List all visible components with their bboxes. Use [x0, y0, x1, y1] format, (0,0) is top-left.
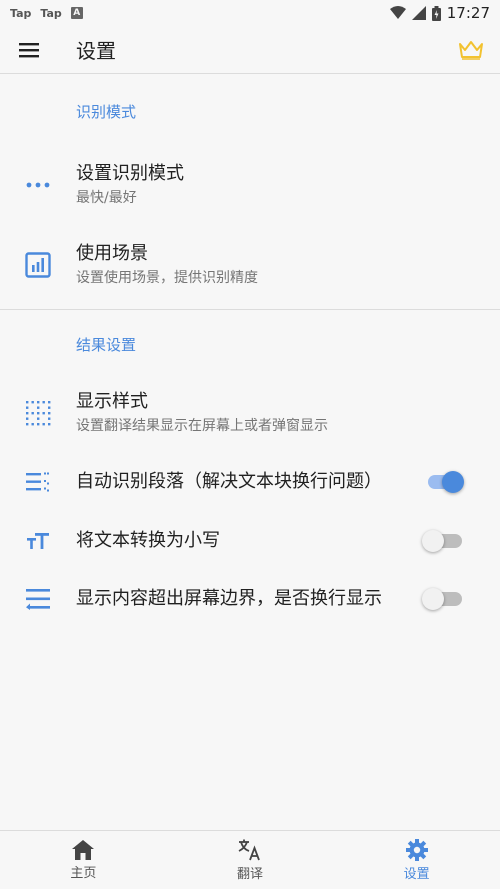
text-size-icon — [0, 533, 76, 549]
dotted-grid-icon — [0, 400, 76, 426]
setting-usage-scenario[interactable]: 使用场景 设置使用场景，提供识别精度 — [0, 225, 500, 305]
page-title: 设置 — [76, 39, 116, 63]
setting-texts: 显示样式 设置翻译结果显示在屏幕上或者弹窗显示 — [76, 390, 500, 436]
home-icon — [72, 839, 95, 860]
setting-title: 显示样式 — [76, 391, 148, 412]
section-header-recognition-mode: 识别模式 — [76, 103, 137, 121]
setting-subtitle: 最快/最好 — [76, 190, 137, 206]
gear-icon — [405, 838, 428, 861]
paragraph-list-icon — [0, 472, 76, 492]
app-notification-icon: A — [70, 7, 83, 19]
setting-auto-paragraph[interactable]: 自动识别段落（解决文本块换行问题） — [0, 452, 500, 512]
menu-button[interactable] — [0, 26, 58, 74]
lowercase-switch[interactable] — [422, 526, 478, 556]
setting-texts: 显示内容超出屏幕边界，是否换行显示 — [76, 587, 422, 611]
bar-chart-icon — [0, 252, 76, 278]
setting-texts: 自动识别段落（解决文本块换行问题） — [76, 470, 422, 494]
setting-texts: 使用场景 设置使用场景，提供识别精度 — [76, 242, 500, 288]
switch-thumb — [442, 471, 464, 493]
nav-label: 设置 — [403, 866, 430, 882]
nav-home[interactable]: 主页 — [0, 831, 167, 889]
premium-button[interactable] — [442, 26, 500, 74]
setting-subtitle: 设置翻译结果显示在屏幕上或者弹窗显示 — [76, 418, 328, 434]
app-bar: 设置 — [0, 26, 500, 74]
setting-title: 设置识别模式 — [76, 163, 184, 184]
status-right: 17:27 — [389, 4, 490, 22]
nav-label: 主页 — [70, 865, 97, 881]
wifi-icon — [389, 6, 406, 19]
auto-paragraph-switch[interactable] — [422, 467, 478, 497]
status-left: Tap Tap A — [10, 7, 83, 20]
crown-icon — [459, 40, 483, 60]
setting-subtitle: 设置使用场景，提供识别精度 — [76, 270, 258, 286]
switch-thumb — [422, 530, 444, 552]
status-label-1: Tap — [10, 6, 32, 20]
status-time: 17:27 — [446, 4, 490, 22]
more-horizontal-icon — [0, 182, 76, 188]
setting-lowercase[interactable]: 将文本转换为小写 — [0, 512, 500, 570]
hamburger-icon — [19, 42, 39, 57]
bottom-navigation: 主页 翻译 设置 — [0, 830, 500, 889]
setting-wrap-overflow[interactable]: 显示内容超出屏幕边界，是否换行显示 — [0, 570, 500, 628]
setting-recognition-mode[interactable]: 设置识别模式 最快/最好 — [0, 145, 500, 225]
signal-icon — [411, 6, 426, 20]
setting-texts: 设置识别模式 最快/最好 — [76, 162, 500, 208]
setting-title: 自动识别段落（解决文本块换行问题） — [76, 471, 382, 492]
status-label-2: Tap — [40, 6, 62, 20]
switch-thumb — [422, 588, 444, 610]
setting-title: 使用场景 — [76, 243, 148, 264]
setting-texts: 将文本转换为小写 — [76, 529, 422, 553]
nav-settings[interactable]: 设置 — [333, 831, 500, 889]
battery-icon — [431, 5, 441, 21]
wrap-text-icon — [0, 588, 76, 610]
setting-title: 将文本转换为小写 — [76, 530, 220, 551]
section-header-result-settings: 结果设置 — [76, 336, 137, 354]
settings-list: 识别模式 设置识别模式 最快/最好 使用场景 设置使用场景，提供识别精度 结果设… — [0, 75, 500, 628]
wrap-overflow-switch[interactable] — [422, 584, 478, 614]
nav-translate[interactable]: 翻译 — [167, 831, 334, 889]
nav-label: 翻译 — [237, 866, 264, 882]
translate-icon — [238, 839, 260, 860]
setting-display-style[interactable]: 显示样式 设置翻译结果显示在屏幕上或者弹窗显示 — [0, 374, 500, 452]
status-bar: Tap Tap A 17:27 — [0, 0, 500, 26]
setting-title: 显示内容超出屏幕边界，是否换行显示 — [76, 588, 382, 609]
